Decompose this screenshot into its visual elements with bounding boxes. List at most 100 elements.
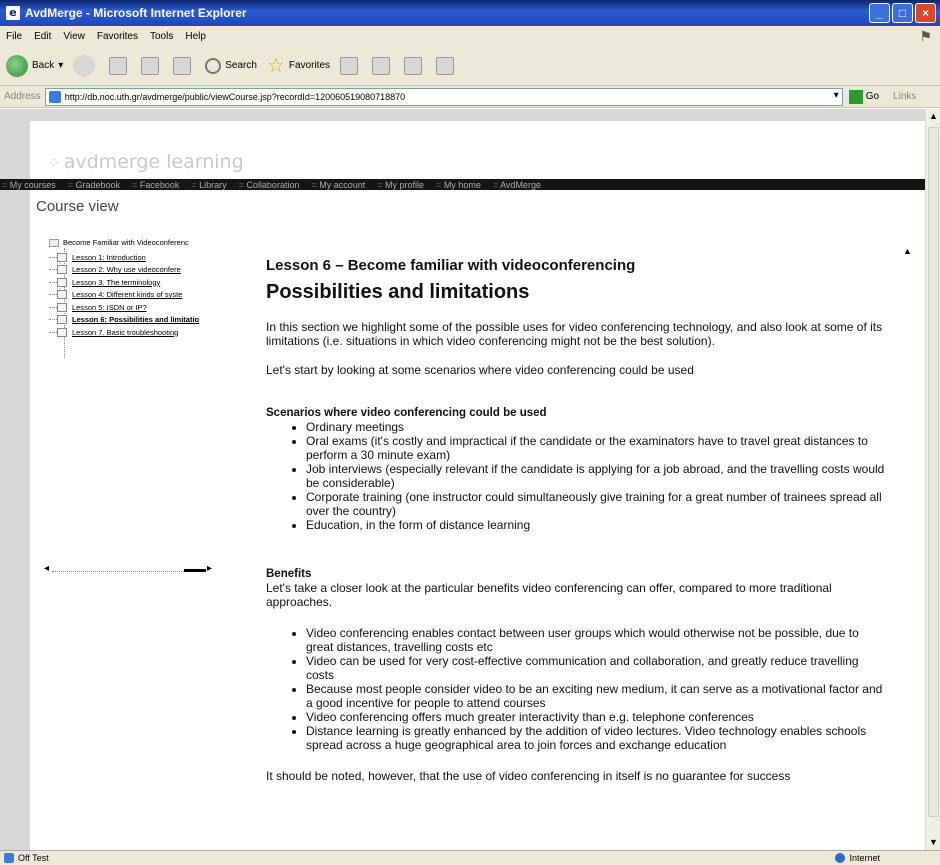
history-icon bbox=[340, 56, 359, 75]
messenger-button[interactable] bbox=[436, 56, 458, 75]
links-button[interactable]: Links bbox=[893, 91, 916, 102]
search-label: Search bbox=[225, 60, 257, 71]
page-canvas: ⁘avdmerge learning My courses Gradebook … bbox=[0, 121, 925, 850]
scroll-down-icon[interactable]: ▼ bbox=[926, 835, 940, 850]
section-heading: Possibilities and limitations bbox=[266, 281, 530, 303]
messenger-icon bbox=[436, 56, 455, 75]
site-logo[interactable]: ⁘ avdmerge learning bbox=[48, 151, 244, 173]
tree-item-lesson-3[interactable]: Lesson 3. The terminology bbox=[45, 276, 225, 289]
tree-item-lesson-5[interactable]: Lesson 5: ISDN or IP? bbox=[45, 301, 225, 314]
status-text: Off Test bbox=[18, 853, 49, 863]
tree-item-label: Lesson 5: ISDN or IP? bbox=[72, 302, 147, 312]
minimize-button[interactable]: _ bbox=[869, 3, 890, 23]
tree-item-label: Lesson 6: Possibilities and limitatio bbox=[72, 315, 200, 325]
list-item: Education, in the form of distance learn… bbox=[306, 518, 886, 532]
scroll-thumb[interactable] bbox=[928, 127, 939, 817]
tree-item-lesson-6[interactable]: Lesson 6: Possibilities and limitatio bbox=[45, 314, 225, 327]
search-button[interactable]: Search bbox=[205, 57, 257, 74]
nav-my-profile[interactable]: My profile bbox=[377, 180, 424, 190]
lesson-title: Lesson 6 – Become familiar with videocon… bbox=[266, 257, 636, 274]
home-button[interactable] bbox=[173, 56, 195, 75]
scroll-up-icon[interactable]: ▲ bbox=[926, 109, 940, 124]
menu-file[interactable]: File bbox=[6, 31, 22, 42]
collapse-caret-icon[interactable]: ▲ bbox=[903, 246, 912, 256]
nav-collaboration[interactable]: Collaboration bbox=[239, 180, 299, 190]
back-label: Back bbox=[32, 60, 55, 71]
address-bar: Address http://db.noc.uth.gr/avdmerge/pu… bbox=[0, 86, 940, 108]
nav-avdmerge[interactable]: AvdMerge bbox=[493, 180, 541, 190]
page-status-icon bbox=[4, 853, 14, 863]
tree-item-lesson-1[interactable]: Lesson 1: Introduction bbox=[45, 251, 225, 264]
stop-button[interactable] bbox=[109, 56, 131, 75]
menu-favorites[interactable]: Favorites bbox=[97, 31, 138, 42]
tree-item-lesson-7[interactable]: Lesson 7. Basic troubleshooting bbox=[45, 326, 225, 339]
benefits-list: Video conferencing enables contact betwe… bbox=[306, 626, 886, 752]
search-icon bbox=[205, 57, 222, 74]
history-button[interactable] bbox=[340, 56, 362, 75]
print-icon bbox=[404, 56, 423, 75]
address-input[interactable]: http://db.noc.uth.gr/avdmerge/public/vie… bbox=[44, 87, 843, 106]
go-button[interactable]: Go bbox=[848, 89, 879, 104]
document-icon bbox=[49, 277, 67, 287]
tree-item-lesson-4[interactable]: Lesson 4: Different kinds of syste bbox=[45, 289, 225, 302]
tree-horizontal-scrollbar[interactable]: ◂ ▸ bbox=[42, 563, 220, 577]
list-item: Ordinary meetings bbox=[306, 420, 886, 434]
scroll-right-icon[interactable]: ▸ bbox=[207, 563, 212, 574]
close-button[interactable]: × bbox=[915, 3, 936, 23]
nav-gradebook[interactable]: Gradebook bbox=[68, 180, 121, 190]
window-title: AvdMerge - Microsoft Internet Explorer bbox=[25, 6, 247, 20]
scroll-left-icon[interactable]: ◂ bbox=[44, 563, 49, 574]
list-item: Corporate training (one instructor could… bbox=[306, 490, 886, 518]
benefits-heading: Benefits bbox=[266, 568, 312, 580]
menu-bar: File Edit View Favorites Tools Help ⚑ bbox=[0, 26, 940, 46]
nav-library[interactable]: Library bbox=[191, 180, 227, 190]
maximize-button[interactable]: □ bbox=[892, 3, 913, 23]
scenarios-list: Ordinary meetings Oral exams (it's costl… bbox=[306, 420, 886, 532]
tree-root[interactable]: Become Familiar with Videoconferenc bbox=[45, 238, 225, 247]
course-tree: Become Familiar with Videoconferenc Less… bbox=[45, 238, 225, 358]
menu-view[interactable]: View bbox=[63, 31, 85, 42]
tree-item-label: Lesson 3. The terminology bbox=[72, 277, 161, 287]
refresh-icon bbox=[141, 56, 160, 75]
chevron-down-icon[interactable]: ▾ bbox=[834, 90, 839, 101]
tree-item-lesson-2[interactable]: Lesson 2: Why use videoconfere bbox=[45, 264, 225, 277]
document-icon bbox=[49, 265, 67, 275]
scenarios-heading: Scenarios where video conferencing could… bbox=[266, 407, 547, 419]
tree-item-label: Lesson 4: Different kinds of syste bbox=[72, 290, 183, 300]
back-arrow-icon bbox=[6, 54, 28, 77]
document-icon bbox=[49, 327, 67, 337]
tree-root-label: Become Familiar with Videoconferenc bbox=[63, 238, 189, 247]
globe-icon bbox=[835, 853, 846, 863]
menu-help[interactable]: Help bbox=[185, 31, 206, 42]
mail-icon bbox=[372, 56, 391, 75]
print-button[interactable] bbox=[404, 56, 426, 75]
nav-my-courses[interactable]: My courses bbox=[2, 180, 56, 190]
list-item: Video can be used for very cost-effectiv… bbox=[306, 654, 886, 682]
home-icon bbox=[173, 56, 192, 75]
document-icon bbox=[49, 252, 67, 262]
document-icon bbox=[49, 302, 67, 312]
mail-button[interactable] bbox=[372, 56, 394, 75]
favorites-button[interactable]: ☆ Favorites bbox=[267, 53, 330, 78]
page-title: Course view bbox=[36, 198, 119, 215]
scroll-track bbox=[52, 571, 200, 572]
nav-my-home[interactable]: My home bbox=[436, 180, 481, 190]
security-zone: Internet bbox=[835, 853, 880, 863]
back-button[interactable]: Back ▾ bbox=[6, 54, 63, 77]
scroll-thumb[interactable] bbox=[184, 569, 206, 572]
intro-paragraph-2: Let's start by looking at some scenarios… bbox=[266, 363, 694, 377]
nav-facebook[interactable]: Facebook bbox=[132, 180, 180, 190]
page-viewport: ⁘avdmerge learning My courses Gradebook … bbox=[0, 109, 925, 850]
cutoff-paragraph: It should be noted, however, that the us… bbox=[266, 769, 791, 783]
menu-edit[interactable]: Edit bbox=[34, 31, 51, 42]
page-vertical-scrollbar[interactable]: ▲ ▼ bbox=[925, 109, 940, 850]
nav-my-account[interactable]: My account bbox=[311, 180, 365, 190]
list-item: Because most people consider video to be… bbox=[306, 682, 886, 710]
list-item: Job interviews (especially relevant if t… bbox=[306, 462, 886, 490]
refresh-button[interactable] bbox=[141, 56, 163, 75]
forward-button[interactable] bbox=[73, 54, 99, 77]
stop-icon bbox=[109, 56, 128, 75]
menu-tools[interactable]: Tools bbox=[150, 31, 173, 42]
address-url: http://db.noc.uth.gr/avdmerge/public/vie… bbox=[64, 91, 406, 102]
favorites-label: Favorites bbox=[288, 60, 331, 71]
